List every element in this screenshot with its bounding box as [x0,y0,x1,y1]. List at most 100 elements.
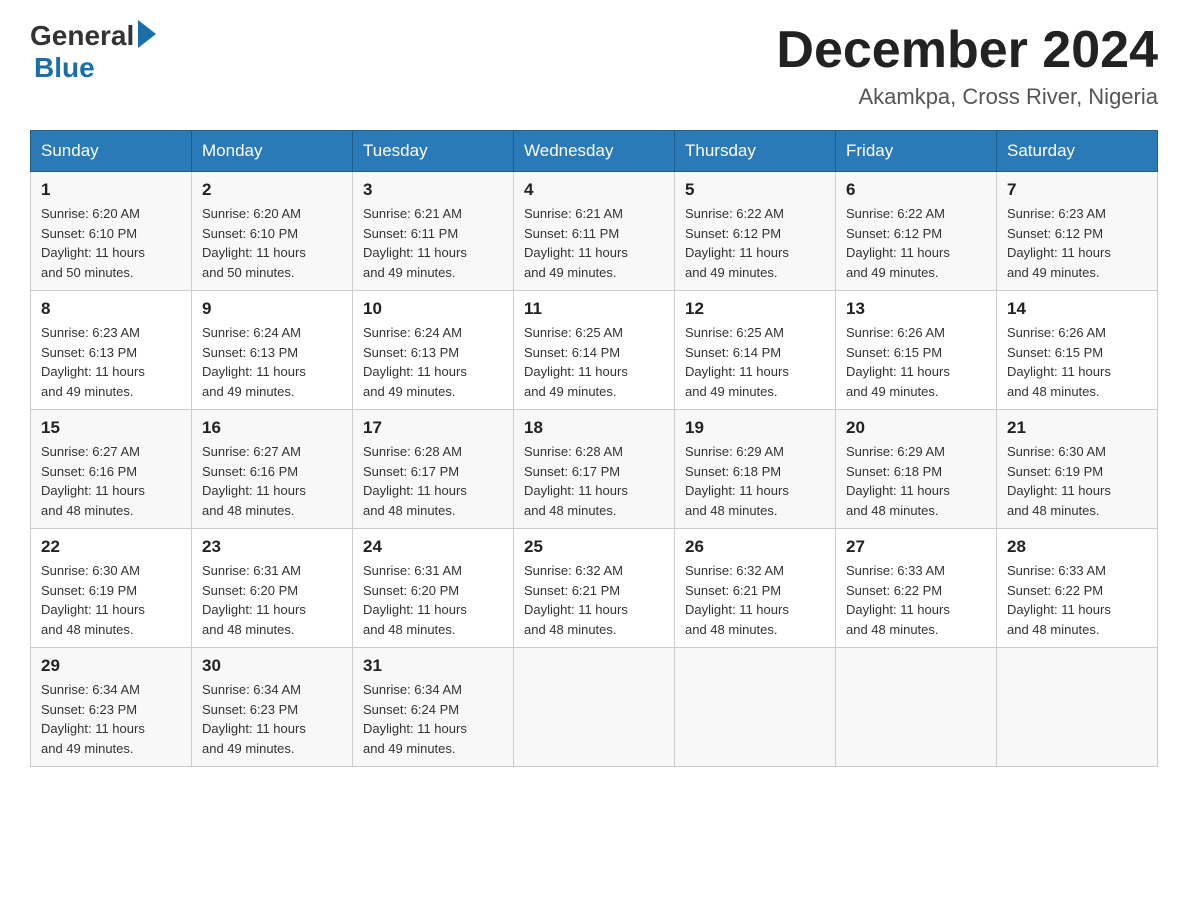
day-info: Sunrise: 6:21 AMSunset: 6:11 PMDaylight:… [363,204,503,282]
column-header-thursday: Thursday [675,131,836,172]
day-number: 21 [1007,418,1147,438]
day-info: Sunrise: 6:30 AMSunset: 6:19 PMDaylight:… [1007,442,1147,520]
logo-arrow-icon [138,20,156,48]
day-info: Sunrise: 6:31 AMSunset: 6:20 PMDaylight:… [363,561,503,639]
day-info: Sunrise: 6:28 AMSunset: 6:17 PMDaylight:… [524,442,664,520]
day-info: Sunrise: 6:22 AMSunset: 6:12 PMDaylight:… [685,204,825,282]
day-number: 18 [524,418,664,438]
day-number: 24 [363,537,503,557]
day-info: Sunrise: 6:34 AMSunset: 6:23 PMDaylight:… [41,680,181,758]
calendar-cell: 3 Sunrise: 6:21 AMSunset: 6:11 PMDaylight… [353,172,514,291]
day-number: 3 [363,180,503,200]
day-number: 16 [202,418,342,438]
calendar-week-row: 29 Sunrise: 6:34 AMSunset: 6:23 PMDayligh… [31,648,1158,767]
day-number: 7 [1007,180,1147,200]
calendar-cell: 25Sunrise: 6:32 AMSunset: 6:21 PMDayligh… [514,529,675,648]
calendar-cell: 17 Sunrise: 6:28 AMSunset: 6:17 PMDayligh… [353,410,514,529]
day-info: Sunrise: 6:20 AMSunset: 6:10 PMDaylight:… [202,204,342,282]
day-number: 12 [685,299,825,319]
calendar-cell: 18 Sunrise: 6:28 AMSunset: 6:17 PMDayligh… [514,410,675,529]
page-header: General Blue December 2024 Akamkpa, Cros… [30,20,1158,110]
day-info: Sunrise: 6:25 AMSunset: 6:14 PMDaylight:… [524,323,664,401]
logo-blue-text: Blue [34,52,95,84]
day-info: Sunrise: 6:20 AMSunset: 6:10 PMDaylight:… [41,204,181,282]
calendar-cell: 19 Sunrise: 6:29 AMSunset: 6:18 PMDayligh… [675,410,836,529]
day-info: Sunrise: 6:33 AMSunset: 6:22 PMDaylight:… [846,561,986,639]
calendar-cell: 10 Sunrise: 6:24 AMSunset: 6:13 PMDayligh… [353,291,514,410]
calendar-cell: 28Sunrise: 6:33 AMSunset: 6:22 PMDayligh… [997,529,1158,648]
day-number: 2 [202,180,342,200]
day-info: Sunrise: 6:32 AMSunset: 6:21 PMDaylight:… [524,561,664,639]
logo: General Blue [30,20,156,84]
day-info: Sunrise: 6:29 AMSunset: 6:18 PMDaylight:… [685,442,825,520]
day-number: 20 [846,418,986,438]
day-info: Sunrise: 6:27 AMSunset: 6:16 PMDaylight:… [202,442,342,520]
day-info: Sunrise: 6:25 AMSunset: 6:14 PMDaylight:… [685,323,825,401]
calendar-cell: 12 Sunrise: 6:25 AMSunset: 6:14 PMDayligh… [675,291,836,410]
calendar-cell: 8 Sunrise: 6:23 AMSunset: 6:13 PMDaylight… [31,291,192,410]
day-info: Sunrise: 6:24 AMSunset: 6:13 PMDaylight:… [363,323,503,401]
calendar-cell: 9Sunrise: 6:24 AMSunset: 6:13 PMDaylight… [192,291,353,410]
day-number: 22 [41,537,181,557]
calendar-cell [997,648,1158,767]
calendar-cell: 30 Sunrise: 6:34 AMSunset: 6:23 PMDayligh… [192,648,353,767]
calendar-cell: 15Sunrise: 6:27 AMSunset: 6:16 PMDayligh… [31,410,192,529]
day-info: Sunrise: 6:34 AMSunset: 6:24 PMDaylight:… [363,680,503,758]
day-info: Sunrise: 6:23 AMSunset: 6:12 PMDaylight:… [1007,204,1147,282]
calendar-cell: 2 Sunrise: 6:20 AMSunset: 6:10 PMDaylight… [192,172,353,291]
calendar-cell: 4 Sunrise: 6:21 AMSunset: 6:11 PMDaylight… [514,172,675,291]
day-info: Sunrise: 6:29 AMSunset: 6:18 PMDaylight:… [846,442,986,520]
column-header-saturday: Saturday [997,131,1158,172]
calendar-cell: 6Sunrise: 6:22 AMSunset: 6:12 PMDaylight… [836,172,997,291]
logo-general-text: General [30,20,134,52]
day-number: 29 [41,656,181,676]
calendar-cell: 23Sunrise: 6:31 AMSunset: 6:20 PMDayligh… [192,529,353,648]
day-info: Sunrise: 6:34 AMSunset: 6:23 PMDaylight:… [202,680,342,758]
day-number: 5 [685,180,825,200]
calendar-cell: 21 Sunrise: 6:30 AMSunset: 6:19 PMDayligh… [997,410,1158,529]
calendar-cell: 11Sunrise: 6:25 AMSunset: 6:14 PMDayligh… [514,291,675,410]
day-info: Sunrise: 6:23 AMSunset: 6:13 PMDaylight:… [41,323,181,401]
day-number: 26 [685,537,825,557]
day-number: 17 [363,418,503,438]
day-number: 19 [685,418,825,438]
month-title: December 2024 [776,20,1158,80]
day-number: 10 [363,299,503,319]
title-section: December 2024 Akamkpa, Cross River, Nige… [776,20,1158,110]
calendar-cell: 13 Sunrise: 6:26 AMSunset: 6:15 PMDayligh… [836,291,997,410]
column-header-wednesday: Wednesday [514,131,675,172]
day-info: Sunrise: 6:22 AMSunset: 6:12 PMDaylight:… [846,204,986,282]
calendar-header-row: SundayMondayTuesdayWednesdayThursdayFrid… [31,131,1158,172]
calendar-week-row: 22Sunrise: 6:30 AMSunset: 6:19 PMDayligh… [31,529,1158,648]
day-number: 30 [202,656,342,676]
day-number: 31 [363,656,503,676]
day-number: 28 [1007,537,1147,557]
day-number: 1 [41,180,181,200]
calendar-cell: 1 Sunrise: 6:20 AMSunset: 6:10 PMDaylight… [31,172,192,291]
day-info: Sunrise: 6:26 AMSunset: 6:15 PMDaylight:… [846,323,986,401]
calendar-cell: 16 Sunrise: 6:27 AMSunset: 6:16 PMDayligh… [192,410,353,529]
day-info: Sunrise: 6:28 AMSunset: 6:17 PMDaylight:… [363,442,503,520]
calendar-cell: 29 Sunrise: 6:34 AMSunset: 6:23 PMDayligh… [31,648,192,767]
column-header-sunday: Sunday [31,131,192,172]
calendar-cell [675,648,836,767]
day-info: Sunrise: 6:32 AMSunset: 6:21 PMDaylight:… [685,561,825,639]
location-title: Akamkpa, Cross River, Nigeria [776,84,1158,110]
day-info: Sunrise: 6:27 AMSunset: 6:16 PMDaylight:… [41,442,181,520]
calendar-week-row: 8 Sunrise: 6:23 AMSunset: 6:13 PMDaylight… [31,291,1158,410]
calendar-cell: 14Sunrise: 6:26 AMSunset: 6:15 PMDayligh… [997,291,1158,410]
calendar-cell: 5 Sunrise: 6:22 AMSunset: 6:12 PMDaylight… [675,172,836,291]
calendar-cell: 27Sunrise: 6:33 AMSunset: 6:22 PMDayligh… [836,529,997,648]
calendar-week-row: 15Sunrise: 6:27 AMSunset: 6:16 PMDayligh… [31,410,1158,529]
calendar-cell [836,648,997,767]
day-number: 8 [41,299,181,319]
calendar-cell: 7 Sunrise: 6:23 AMSunset: 6:12 PMDaylight… [997,172,1158,291]
day-number: 13 [846,299,986,319]
day-number: 14 [1007,299,1147,319]
day-number: 23 [202,537,342,557]
day-number: 4 [524,180,664,200]
calendar-cell: 22Sunrise: 6:30 AMSunset: 6:19 PMDayligh… [31,529,192,648]
column-header-friday: Friday [836,131,997,172]
day-info: Sunrise: 6:21 AMSunset: 6:11 PMDaylight:… [524,204,664,282]
calendar-cell: 20 Sunrise: 6:29 AMSunset: 6:18 PMDayligh… [836,410,997,529]
